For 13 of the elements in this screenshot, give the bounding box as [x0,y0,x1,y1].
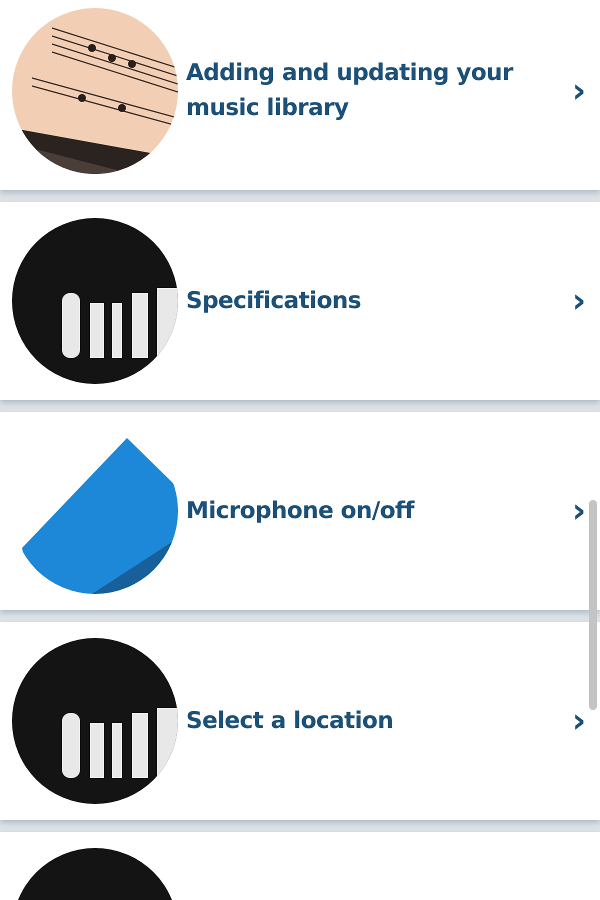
chevron-icon: › [570,284,588,318]
item-title: Adding and updating your music library [186,59,514,123]
list-card[interactable]: Microphone on/off › [0,412,600,610]
chevron-icon: › [570,74,588,108]
item-title: Select a location [186,706,394,736]
chevron-icon: › [570,494,588,528]
item-title: Microphone on/off [186,496,416,526]
list-card[interactable]: Select a location › [0,622,600,820]
item-title: Specifications [186,286,362,316]
list-card[interactable]: Adding and updating your music library › [0,0,600,190]
list-card[interactable]: Specifications › [0,202,600,400]
scrollbar-thumb[interactable] [589,500,597,710]
chevron-icon: › [570,704,588,738]
